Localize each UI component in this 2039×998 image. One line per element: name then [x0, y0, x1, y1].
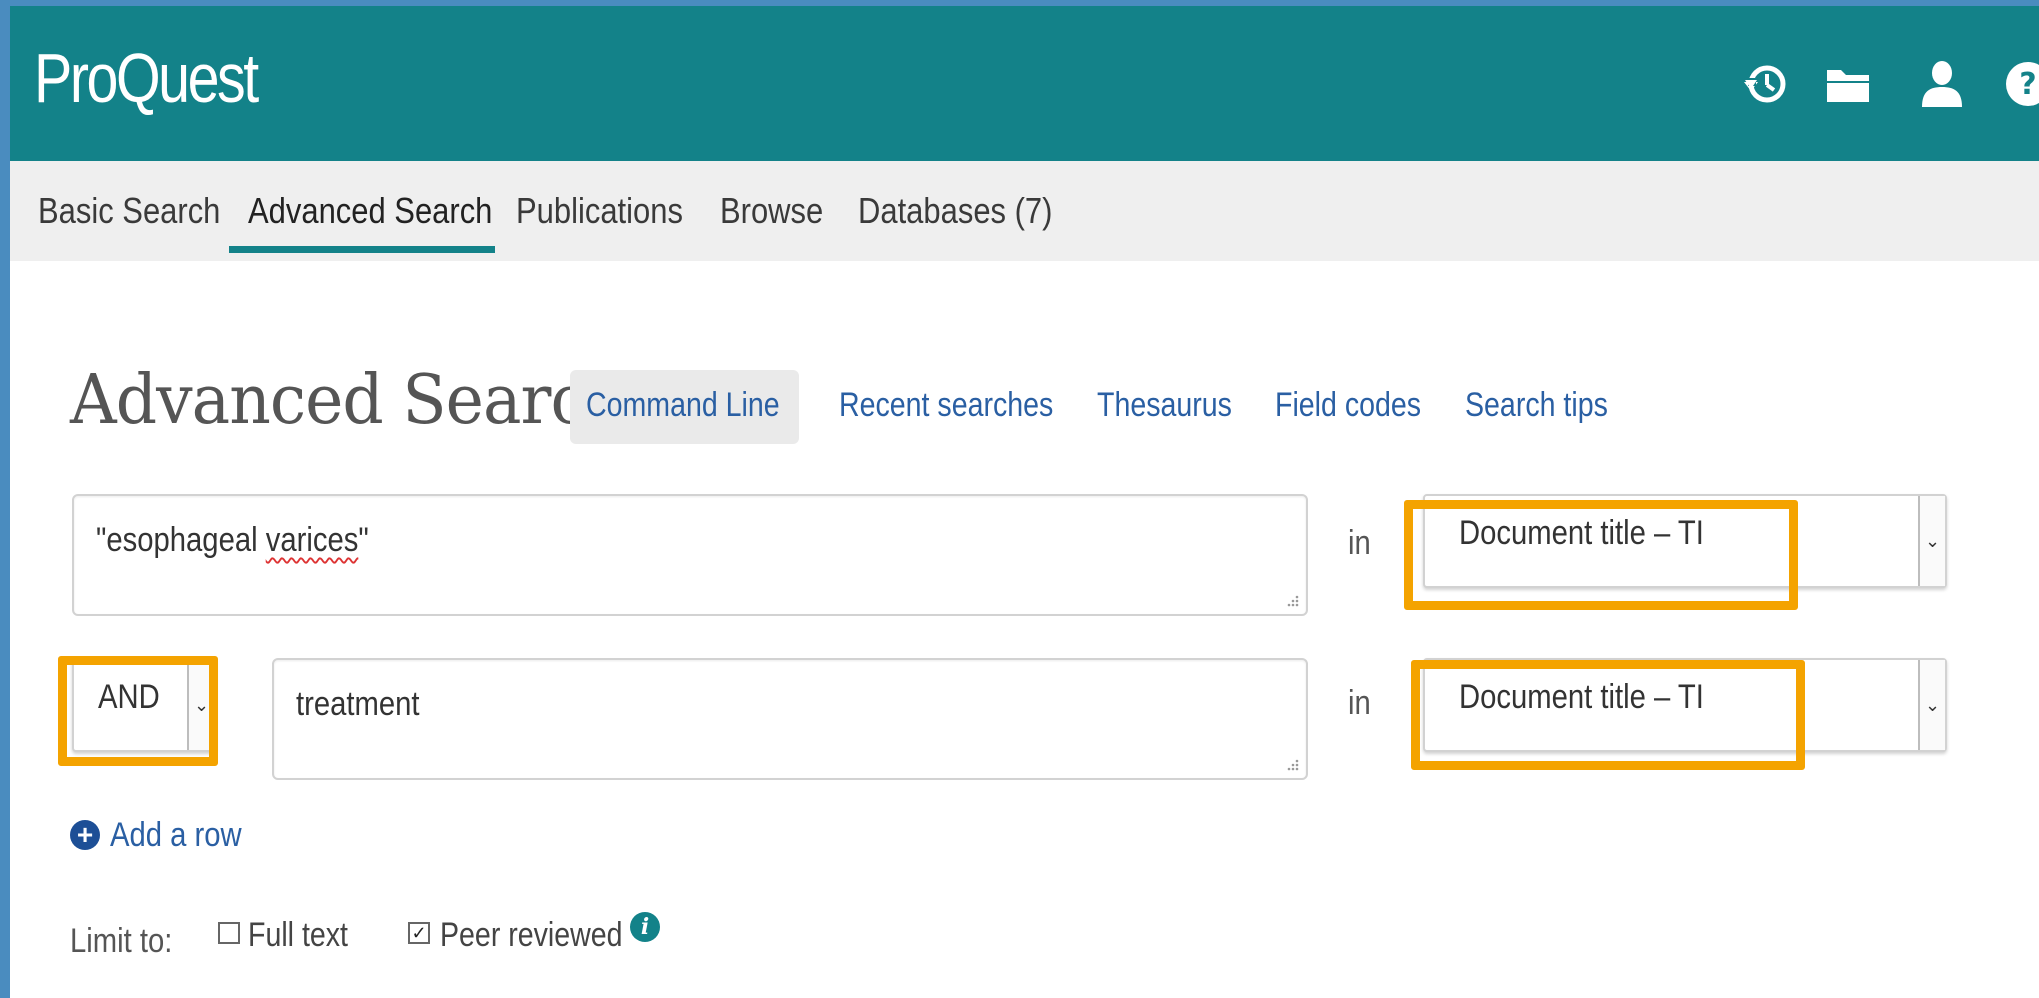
recent-searches-link[interactable]: Recent searches	[839, 386, 1053, 425]
active-tab-indicator	[229, 246, 495, 253]
operator-select[interactable]: AND ⌄	[72, 658, 216, 752]
plus-circle-icon: +	[70, 820, 100, 850]
field-codes-link[interactable]: Field codes	[1275, 386, 1421, 425]
user-icon[interactable]	[1914, 56, 1970, 112]
chevron-down-icon: ⌄	[1918, 660, 1945, 750]
search-tips-link[interactable]: Search tips	[1465, 386, 1608, 425]
search-term-value-1: "esophageal varices"	[96, 521, 369, 559]
tab-databases[interactable]: Databases (7)	[858, 161, 1052, 261]
peer-reviewed-checkbox[interactable]: ✓	[408, 922, 430, 944]
command-line-link[interactable]: Command Line	[586, 386, 780, 425]
tab-browse[interactable]: Browse	[720, 161, 823, 261]
resize-handle-icon[interactable]	[1286, 594, 1300, 608]
add-row-button[interactable]: + Add a row	[70, 810, 263, 860]
search-term-input-1[interactable]: "esophageal varices"	[72, 494, 1308, 616]
peer-reviewed-label[interactable]: Peer reviewed	[440, 916, 623, 955]
limit-to-label: Limit to:	[70, 922, 173, 960]
history-icon[interactable]	[1738, 56, 1794, 112]
field-select-1[interactable]: Document title – TI ⌄	[1423, 494, 1947, 588]
full-text-checkbox[interactable]	[218, 922, 240, 944]
chevron-down-icon: ⌄	[1918, 496, 1945, 586]
add-row-label: Add a row	[110, 815, 242, 854]
thesaurus-link[interactable]: Thesaurus	[1097, 386, 1232, 425]
resize-handle-icon[interactable]	[1286, 758, 1300, 772]
folder-icon[interactable]	[1820, 56, 1876, 112]
search-term-input-2[interactable]: treatment	[272, 658, 1308, 780]
field-select-2[interactable]: Document title – TI ⌄	[1423, 658, 1947, 752]
in-label-1: in	[1348, 524, 1371, 562]
full-text-label[interactable]: Full text	[248, 916, 348, 955]
help-icon[interactable]: ?	[2000, 56, 2039, 112]
chevron-down-icon: ⌄	[187, 660, 214, 750]
search-term-value-2: treatment	[296, 685, 420, 723]
tab-publications[interactable]: Publications	[516, 161, 683, 261]
in-label-2: in	[1348, 684, 1371, 722]
info-icon[interactable]: i	[630, 912, 660, 942]
spellcheck-underline: varices	[265, 521, 359, 559]
app-window: ProQuest ? Basic Search Advanced Search …	[10, 6, 2039, 998]
tab-basic-search[interactable]: Basic Search	[38, 161, 220, 261]
operator-value: AND	[98, 678, 160, 716]
field-select-value-2: Document title – TI	[1459, 678, 1704, 716]
svg-text:?: ?	[2019, 67, 2036, 102]
header-bar: ProQuest ?	[10, 6, 2039, 161]
page-title: Advanced Search	[70, 361, 627, 440]
proquest-logo[interactable]: ProQuest	[34, 38, 259, 118]
field-select-value-1: Document title – TI	[1459, 514, 1704, 552]
